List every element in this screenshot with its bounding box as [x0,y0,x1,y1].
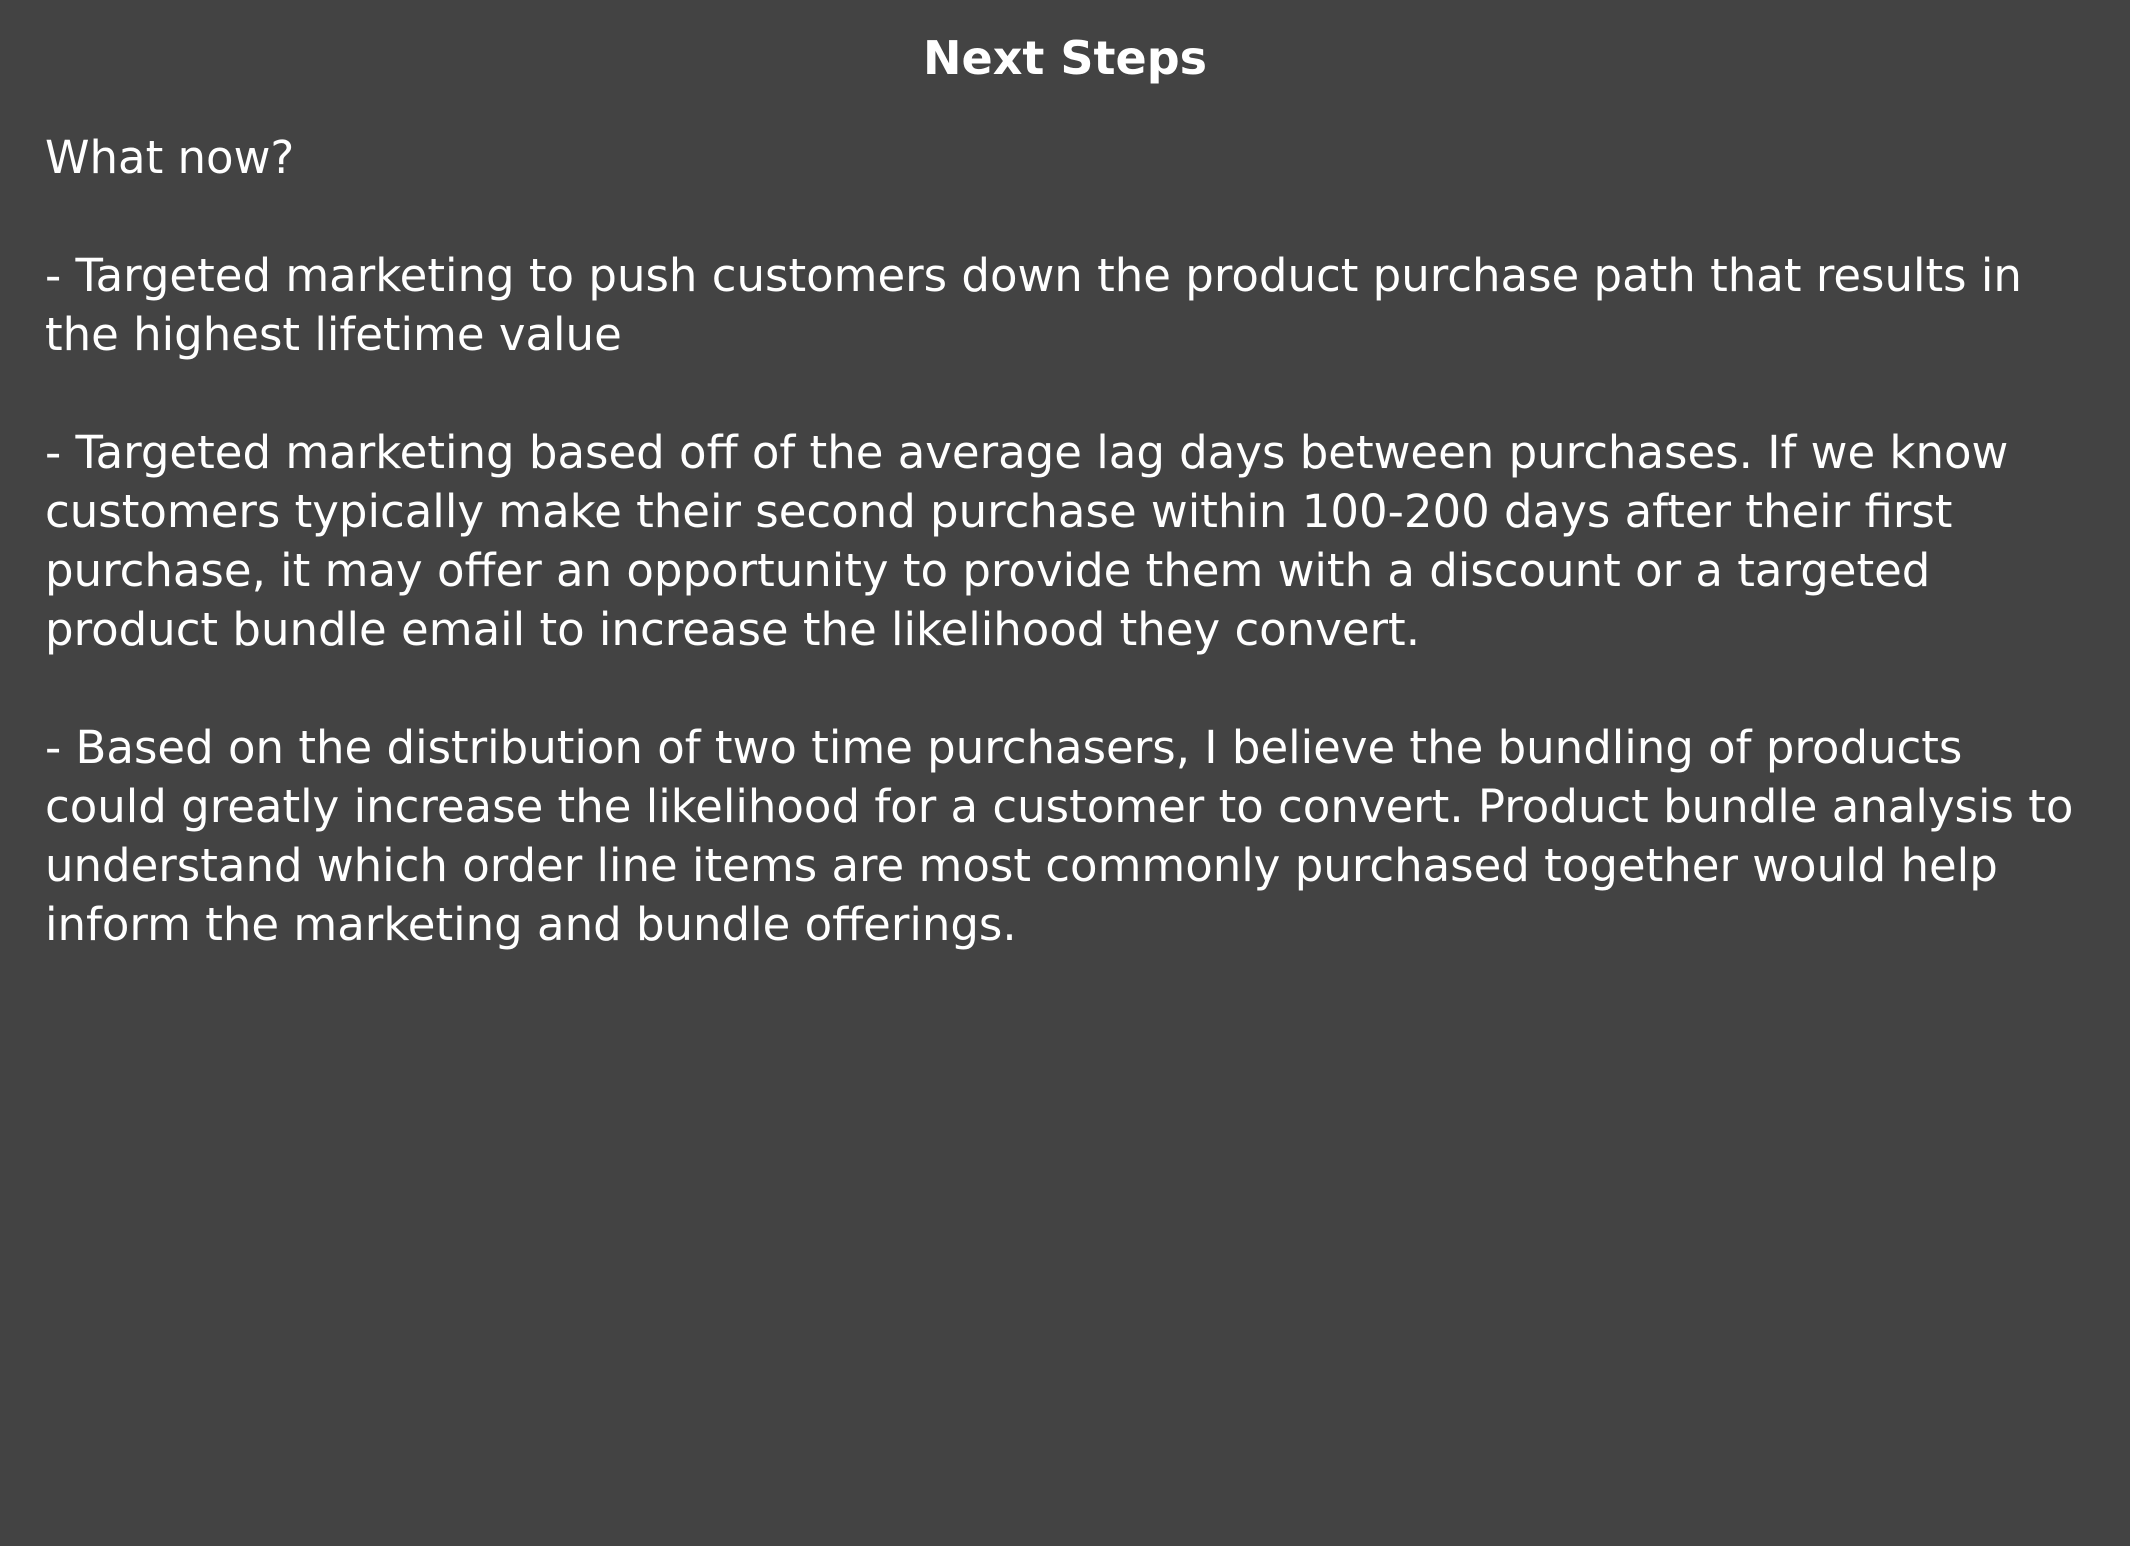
text-panel: Next Steps What now? - Targeted marketin… [0,0,2130,1546]
panel-title: Next Steps [923,31,1207,85]
next-step-item: - Based on the distribution of two time … [45,721,2074,951]
intro-question: What now? [45,131,295,184]
next-step-item: - Targeted marketing based off of the av… [45,426,2009,656]
next-step-item: - Targeted marketing to push customers d… [45,249,2022,361]
